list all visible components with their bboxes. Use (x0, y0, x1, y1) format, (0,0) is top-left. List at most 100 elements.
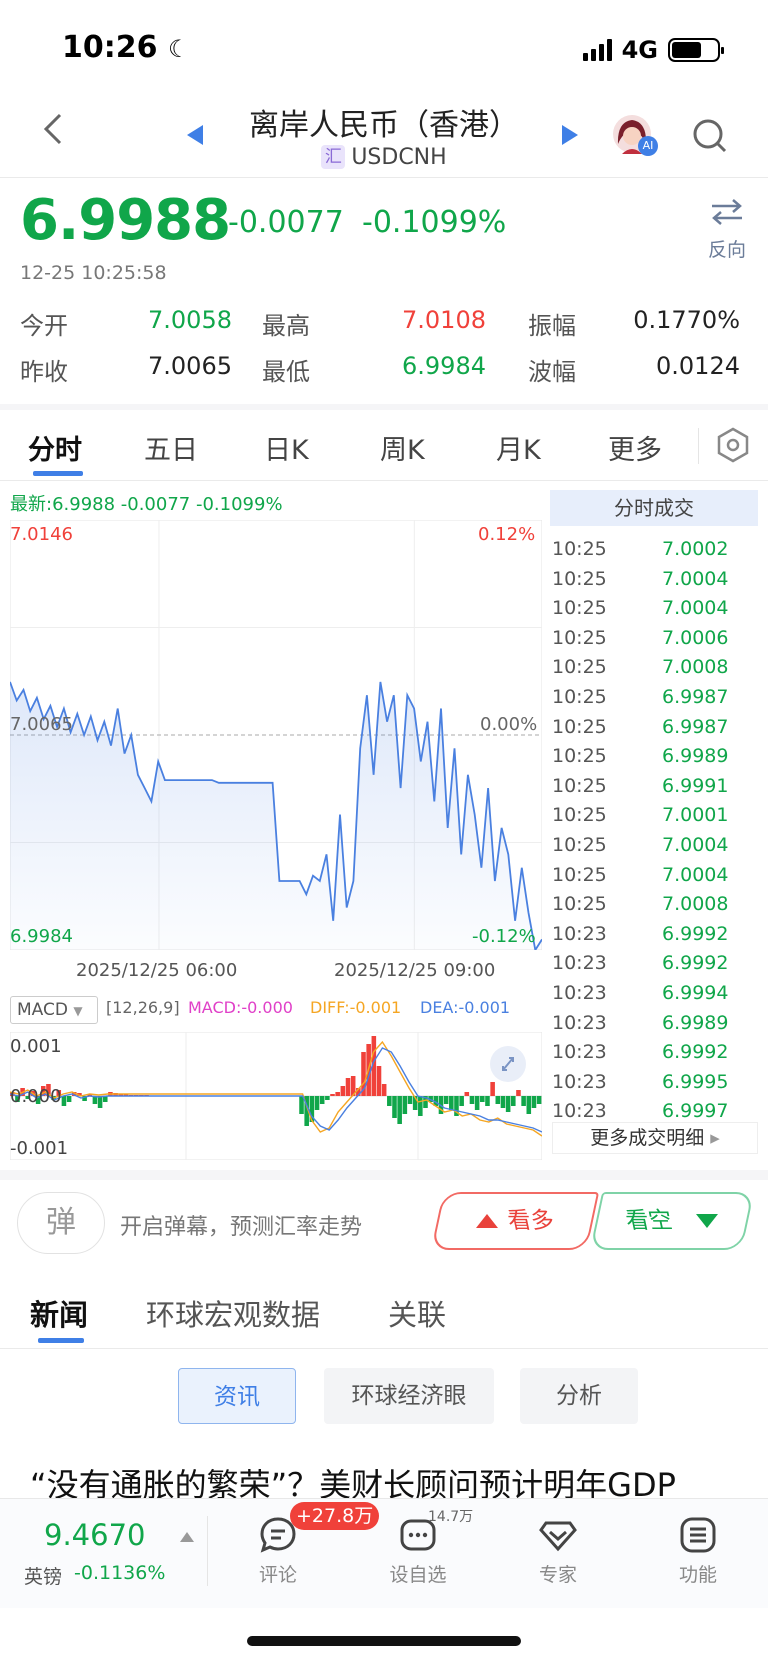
chart-tab[interactable]: 分时 (28, 428, 82, 467)
x-label-0: 2025/12/25 06:00 (76, 960, 238, 981)
chart-tab[interactable]: 日K (264, 428, 309, 467)
reverse-label: 反向 (707, 239, 746, 261)
macd-bar (531, 1096, 537, 1108)
settings-icon[interactable] (716, 427, 750, 467)
stat-label: 波幅 (528, 358, 576, 386)
trade-time: 10:25 (552, 893, 607, 916)
trade-row: 10:25 6.9987 (552, 686, 760, 716)
trade-time: 10:25 (552, 597, 607, 620)
macd-bar (335, 1092, 340, 1096)
trade-time: 10:25 (552, 656, 607, 679)
menu-icon (680, 1517, 716, 1553)
trade-price: 7.0006 (662, 626, 729, 649)
bullish-button[interactable]: 看多 (430, 1192, 600, 1250)
macd-bar (330, 1094, 335, 1096)
trade-time: 10:25 (552, 567, 607, 590)
news-chip[interactable]: 环球经济眼 (324, 1368, 494, 1424)
down-heart-icon (696, 1214, 718, 1228)
trade-time: 10:25 (552, 863, 607, 886)
macd-bar (418, 1096, 423, 1116)
trade-time: 10:23 (552, 922, 607, 945)
indicator-selector[interactable]: MACD ▼ (10, 996, 98, 1024)
macd-bar (521, 1096, 526, 1106)
chart-tab[interactable]: 周K (380, 428, 425, 467)
ticker-expand-icon[interactable] (180, 1527, 194, 1546)
danmu-toggle[interactable]: 弹 (17, 1192, 105, 1254)
expand-icon[interactable] (490, 1046, 526, 1082)
x-label-1: 2025/12/25 09:00 (334, 960, 496, 981)
nav-functions[interactable]: 功能 (653, 1510, 743, 1587)
news-chip[interactable]: 分析 (520, 1368, 638, 1424)
signal-icon (582, 39, 612, 61)
trade-row: 10:25 6.9989 (552, 745, 760, 775)
battery-icon (668, 38, 724, 62)
trade-price: 6.9995 (662, 1070, 729, 1093)
latest-quote-line: 最新:6.9988 -0.0077 -0.1099% (10, 494, 283, 515)
macd-bar (376, 1066, 382, 1096)
macd-bar (397, 1096, 402, 1124)
trade-price: 6.9987 (662, 686, 729, 708)
diamond-icon (539, 1521, 577, 1552)
trade-time: 10:23 (552, 1041, 607, 1064)
search-icon[interactable] (692, 118, 728, 158)
trade-row: 10:25 7.0004 (552, 864, 760, 894)
macd-bar (459, 1096, 464, 1106)
bullish-label: 看多 (505, 1208, 557, 1234)
trade-time: 10:23 (552, 1070, 607, 1093)
stat-label: 最低 (262, 358, 310, 386)
news-tab[interactable]: 关联 (388, 1292, 446, 1334)
quote-timestamp: 12-25 10:25:58 (20, 262, 167, 284)
ticker-name: 英镑 (24, 1566, 63, 1588)
macd-bar (469, 1096, 475, 1104)
trade-row: 10:23 6.9992 (552, 1041, 760, 1071)
up-triangle-icon (476, 1214, 498, 1228)
macd-bar (97, 1096, 103, 1108)
bearish-label: 看空 (623, 1208, 675, 1234)
macd-bar (516, 1090, 521, 1096)
nav-expert-label: 专家 (538, 1564, 577, 1586)
nav-functions-label: 功能 (678, 1564, 717, 1586)
trade-price: 6.9991 (662, 774, 729, 797)
ai-badge: AI (638, 136, 658, 156)
watchlist-count: 14.7万 (428, 1509, 474, 1525)
trade-price: 6.9992 (662, 1041, 729, 1064)
trade-time: 10:25 (552, 626, 607, 649)
diff-line (10, 1040, 542, 1137)
macd-y-bot: -0.001 (10, 1138, 69, 1159)
chart-tab[interactable]: 五日 (144, 428, 198, 467)
stat-label: 昨收 (20, 358, 68, 386)
news-tab[interactable]: 环球宏观数据 (146, 1292, 320, 1334)
macd-bar (402, 1096, 408, 1114)
trade-price: 7.0004 (662, 567, 729, 590)
trade-row: 10:23 6.9994 (552, 982, 760, 1012)
bearish-button[interactable]: 看空 (589, 1192, 755, 1250)
ticker-price[interactable]: 9.4670 (44, 1518, 145, 1552)
news-chip[interactable]: 资讯 (178, 1368, 296, 1424)
chart-tab[interactable]: 更多 (608, 428, 662, 467)
more-trades-button[interactable]: 更多成交明细 ▸ (552, 1122, 758, 1154)
trade-price: 6.9987 (662, 715, 729, 738)
ai-avatar[interactable]: AI (612, 114, 658, 156)
trade-row: 10:25 7.0004 (552, 568, 760, 598)
trade-row: 10:25 7.0008 (552, 893, 760, 923)
next-symbol-icon[interactable] (562, 125, 578, 149)
stat-label: 今开 (20, 312, 68, 340)
comments-badge: +27.8万 (290, 1502, 380, 1530)
stat-value: 7.0065 (148, 352, 232, 380)
stat-value: 7.0108 (402, 306, 486, 334)
stat-value: 7.0058 (148, 306, 232, 334)
ticker-change: -0.1136% (74, 1562, 166, 1584)
home-indicator (247, 1636, 521, 1646)
macd-bar (325, 1096, 330, 1100)
stat-value: 0.1770% (633, 306, 740, 334)
macd-y-top: 0.001 (10, 1036, 62, 1057)
reverse-button[interactable]: 反向 (708, 198, 746, 262)
macd-chart[interactable] (10, 1032, 542, 1160)
status-time: 10:26 ☾ (62, 30, 190, 65)
nav-expert[interactable]: 专家 (513, 1510, 603, 1587)
danmu-prompt[interactable]: 开启弹幕，预测汇率走势 (120, 1209, 362, 1241)
chart-tab[interactable]: 月K (496, 428, 541, 467)
trade-price: 7.0004 (662, 834, 729, 856)
intraday-chart[interactable] (10, 520, 542, 950)
news-tab[interactable]: 新闻 (30, 1292, 88, 1334)
